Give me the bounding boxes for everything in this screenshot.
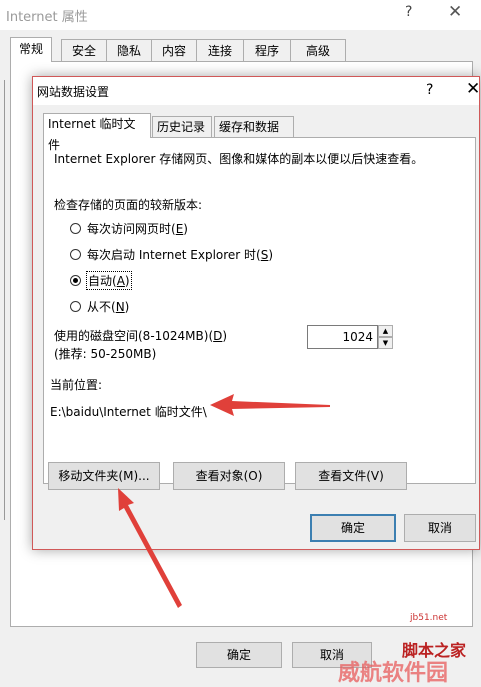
tab-advanced[interactable]: 高级 bbox=[290, 39, 346, 61]
tab-content[interactable]: 内容 bbox=[151, 39, 197, 61]
outer-panel-edge bbox=[0, 80, 5, 520]
tab-privacy[interactable]: 隐私 bbox=[106, 39, 152, 61]
current-location-label: 当前位置: bbox=[50, 378, 103, 392]
spin-up-icon[interactable]: ▲ bbox=[378, 325, 393, 337]
radio-never[interactable] bbox=[70, 301, 81, 312]
radio-automatic[interactable] bbox=[70, 275, 81, 286]
disk-space-label: 使用的磁盘空间(8-1024MB)(D) bbox=[54, 329, 228, 343]
watermark-domain: jb51.net bbox=[410, 613, 448, 623]
tab-history[interactable]: 历史记录 bbox=[152, 116, 212, 137]
dialog-close-icon[interactable]: ✕ bbox=[466, 79, 480, 99]
view-objects-button[interactable]: 查看对象(O) bbox=[173, 462, 285, 490]
outer-window-title: Internet 属性 bbox=[6, 10, 88, 25]
radio-every-visit-label[interactable]: 每次访问网页时(E) bbox=[87, 220, 188, 237]
watermark-overlay: 威航软件园 bbox=[338, 661, 449, 686]
check-versions-label: 检查存储的页面的较新版本: bbox=[54, 198, 203, 212]
move-folder-button[interactable]: 移动文件夹(M)... bbox=[48, 462, 160, 490]
dialog-title: 网站数据设置 bbox=[37, 85, 110, 99]
outer-help-icon[interactable]: ? bbox=[405, 4, 412, 20]
tab-security[interactable]: 安全 bbox=[61, 39, 107, 61]
outer-close-icon[interactable]: ✕ bbox=[448, 2, 462, 22]
dialog-help-icon[interactable]: ? bbox=[426, 82, 433, 98]
description-text: Internet Explorer 存储网页、图像和媒体的副本以便以后快速查看。 bbox=[54, 152, 424, 166]
temporary-files-panel: Internet Explorer 存储网页、图像和媒体的副本以便以后快速查看。… bbox=[43, 137, 476, 484]
radio-automatic-label[interactable]: 自动(A) bbox=[86, 271, 132, 290]
radio-every-start-label[interactable]: 每次启动 Internet Explorer 时(S) bbox=[87, 246, 273, 263]
spin-down-icon[interactable]: ▼ bbox=[378, 337, 393, 349]
view-files-button[interactable]: 查看文件(V) bbox=[295, 462, 407, 490]
dialog-ok-button[interactable]: 确定 bbox=[310, 514, 396, 542]
radio-every-visit[interactable] bbox=[70, 223, 81, 234]
tab-programs[interactable]: 程序 bbox=[243, 39, 291, 61]
outer-ok-button[interactable]: 确定 bbox=[196, 642, 282, 668]
tab-connections[interactable]: 连接 bbox=[196, 39, 244, 61]
outer-window-titlebar: Internet 属性 ? ✕ bbox=[0, 0, 481, 30]
tab-general[interactable]: 常规 bbox=[10, 37, 52, 62]
disk-space-recommendation: (推荐: 50-250MB) bbox=[54, 347, 157, 361]
tab-temporary-files[interactable]: Internet 临时文件 bbox=[43, 113, 151, 152]
website-data-settings-dialog: 网站数据设置 ? ✕ Internet 临时文件 历史记录 缓存和数据库 Int… bbox=[32, 76, 480, 550]
radio-every-start[interactable] bbox=[70, 249, 81, 260]
dialog-titlebar: 网站数据设置 ? ✕ bbox=[33, 77, 480, 105]
dialog-cancel-button[interactable]: 取消 bbox=[404, 514, 476, 542]
current-location-path: E:\baidu\Internet 临时文件\ bbox=[50, 405, 207, 419]
radio-never-label[interactable]: 从不(N) bbox=[87, 298, 129, 315]
disk-space-input[interactable]: 1024 bbox=[307, 325, 378, 349]
tab-caches-databases[interactable]: 缓存和数据库 bbox=[214, 116, 294, 155]
